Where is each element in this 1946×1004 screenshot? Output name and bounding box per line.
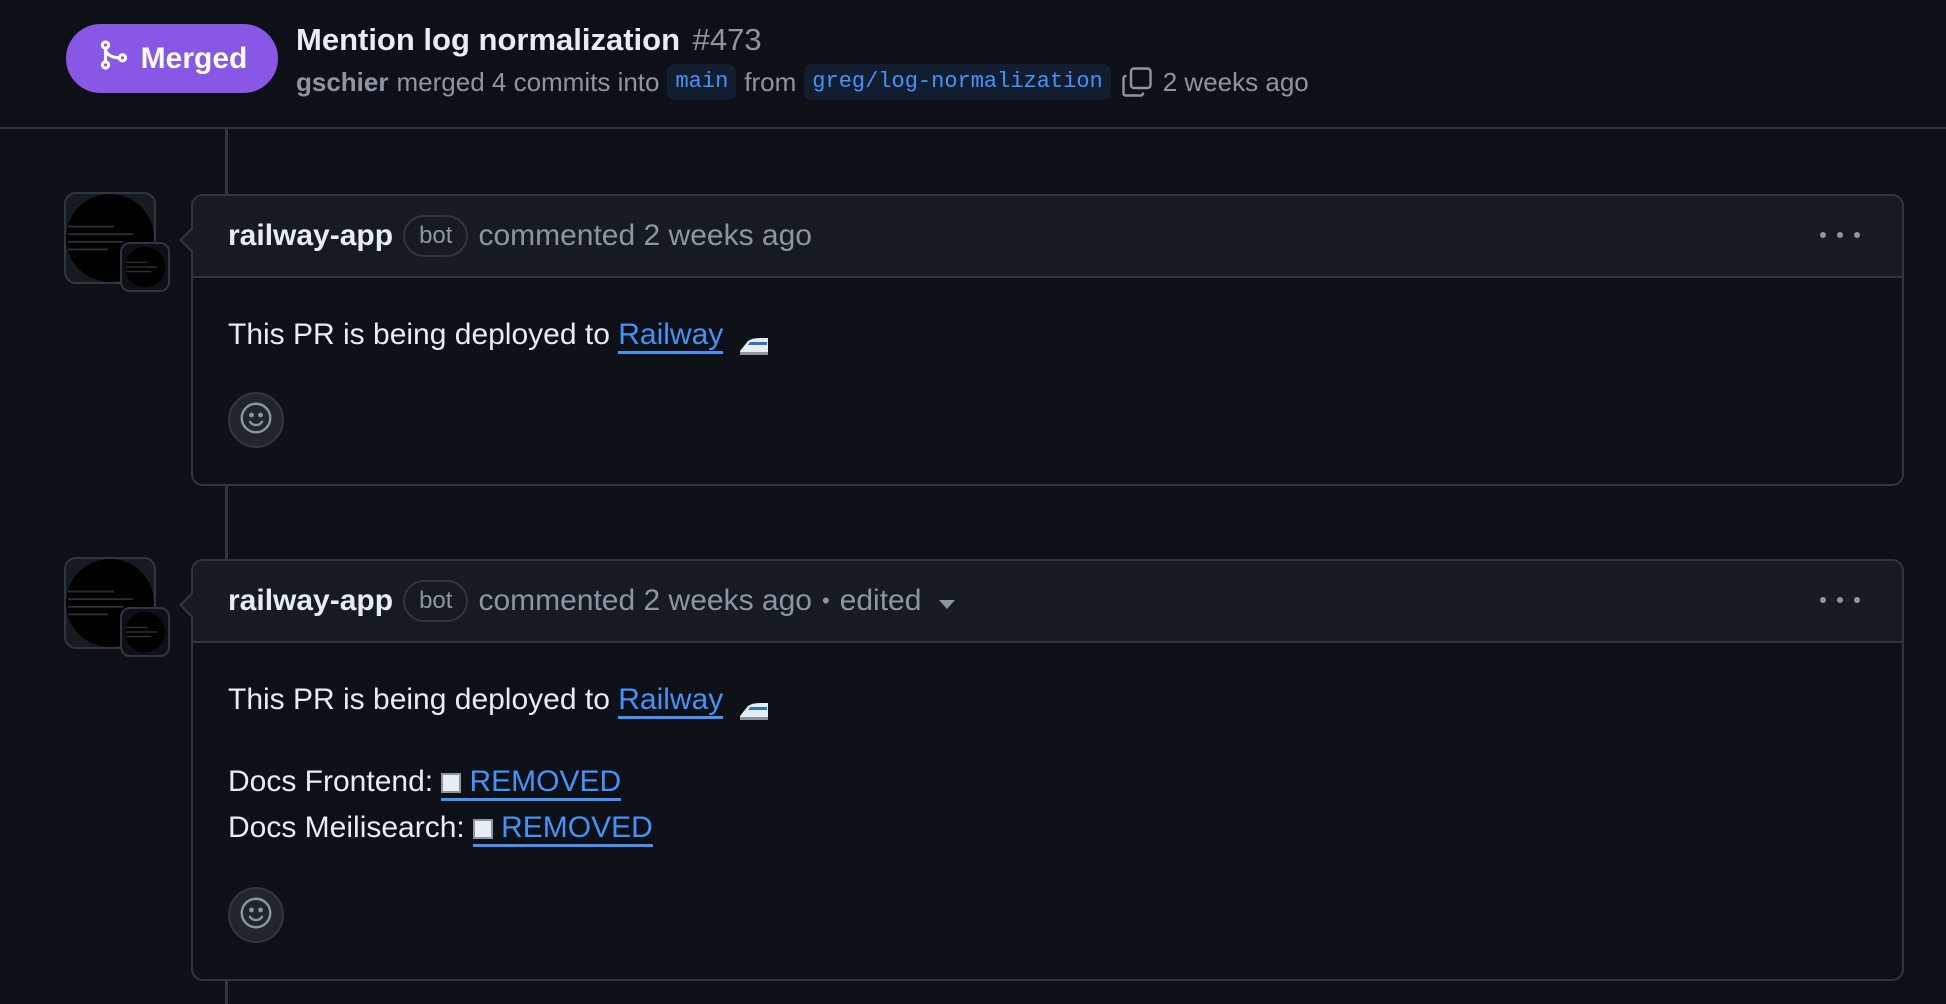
merged-label: Merged	[140, 41, 248, 75]
railway-link[interactable]: Railway	[618, 318, 724, 354]
more-options-button[interactable]	[1820, 585, 1860, 615]
kebab-dot	[1854, 597, 1860, 603]
app-badge-icon	[120, 607, 170, 657]
caret-down-icon	[939, 599, 956, 609]
comment-card: railway-app bot commented 2 weeks ago Th…	[179, 194, 1904, 486]
kebab-dot	[1820, 597, 1826, 603]
service-status-link[interactable]: REMOVED	[473, 811, 653, 847]
comment-author[interactable]: railway-app	[228, 219, 393, 253]
edited-dropdown[interactable]: edited	[840, 584, 956, 618]
comment-time[interactable]: commented 2 weeks ago	[478, 219, 812, 253]
pr-title: Mention log normalization	[296, 22, 681, 57]
app-badge-icon	[120, 242, 170, 292]
pr-author-link[interactable]: gschier	[296, 62, 389, 102]
more-options-button[interactable]	[1820, 220, 1860, 250]
git-merge-icon	[97, 38, 131, 80]
kebab-dot	[1854, 232, 1860, 238]
comment-header: railway-app bot commented 2 weeks ago • …	[193, 561, 1902, 643]
service-status-link[interactable]: REMOVED	[441, 765, 622, 801]
deploy-message: This PR is being deployed to Railway	[228, 677, 1867, 723]
pr-time: 2 weeks ago	[1162, 67, 1309, 97]
smiley-icon	[238, 895, 274, 936]
comment-body: This PR is being deployed to Railway	[193, 278, 1902, 358]
service-status-text: REMOVED	[469, 765, 622, 798]
deploy-text: This PR is being deployed to	[228, 318, 619, 351]
base-branch[interactable]: main	[667, 64, 737, 100]
comment-author[interactable]: railway-app	[228, 584, 393, 618]
add-reaction-button[interactable]	[228, 887, 284, 943]
edited-label: edited	[839, 584, 922, 617]
deploy-text: This PR is being deployed to	[228, 683, 619, 716]
service-label: Docs Meilisearch:	[228, 811, 474, 844]
smiley-icon	[238, 400, 274, 441]
comment-time[interactable]: commented 2 weeks ago	[478, 584, 812, 618]
pr-header: Merged Mention log normalization #473 gs…	[0, 0, 1946, 129]
service-label: Docs Frontend:	[228, 765, 442, 798]
white-square-icon	[441, 773, 462, 793]
card-pointer	[179, 591, 194, 619]
kebab-dot	[1837, 597, 1843, 603]
copy-icon[interactable]	[1119, 64, 1155, 100]
deploy-message: This PR is being deployed to Railway	[228, 312, 1867, 358]
kebab-dot	[1820, 232, 1826, 238]
train-emoji-icon	[738, 325, 770, 356]
comment-body: This PR is being deployed to Railway Doc…	[193, 643, 1902, 851]
service-status-row: Docs Meilisearch: REMOVED	[228, 805, 1867, 851]
card-pointer	[179, 226, 194, 254]
comment-card: railway-app bot commented 2 weeks ago • …	[179, 559, 1904, 981]
separator-dot: •	[821, 588, 830, 613]
pr-number[interactable]: #473	[693, 22, 762, 57]
train-emoji-icon	[738, 690, 770, 721]
from-text: from	[744, 67, 797, 97]
bot-badge: bot	[403, 580, 469, 622]
white-square-icon	[473, 819, 494, 839]
comment-header: railway-app bot commented 2 weeks ago	[193, 196, 1902, 278]
pr-title-row: Mention log normalization #473	[296, 20, 762, 60]
bot-badge: bot	[403, 215, 469, 257]
add-reaction-button[interactable]	[228, 392, 284, 448]
head-branch[interactable]: greg/log-normalization	[804, 64, 1111, 100]
kebab-dot	[1837, 232, 1843, 238]
merged-status-badge[interactable]: Merged	[66, 24, 278, 93]
pr-meta: gschier merged 4 commits into main from …	[296, 62, 1309, 102]
merge-text: merged 4 commits into	[396, 67, 660, 97]
railway-link[interactable]: Railway	[618, 683, 724, 719]
service-status-row: Docs Frontend: REMOVED	[228, 759, 1867, 805]
service-status-text: REMOVED	[501, 811, 653, 844]
